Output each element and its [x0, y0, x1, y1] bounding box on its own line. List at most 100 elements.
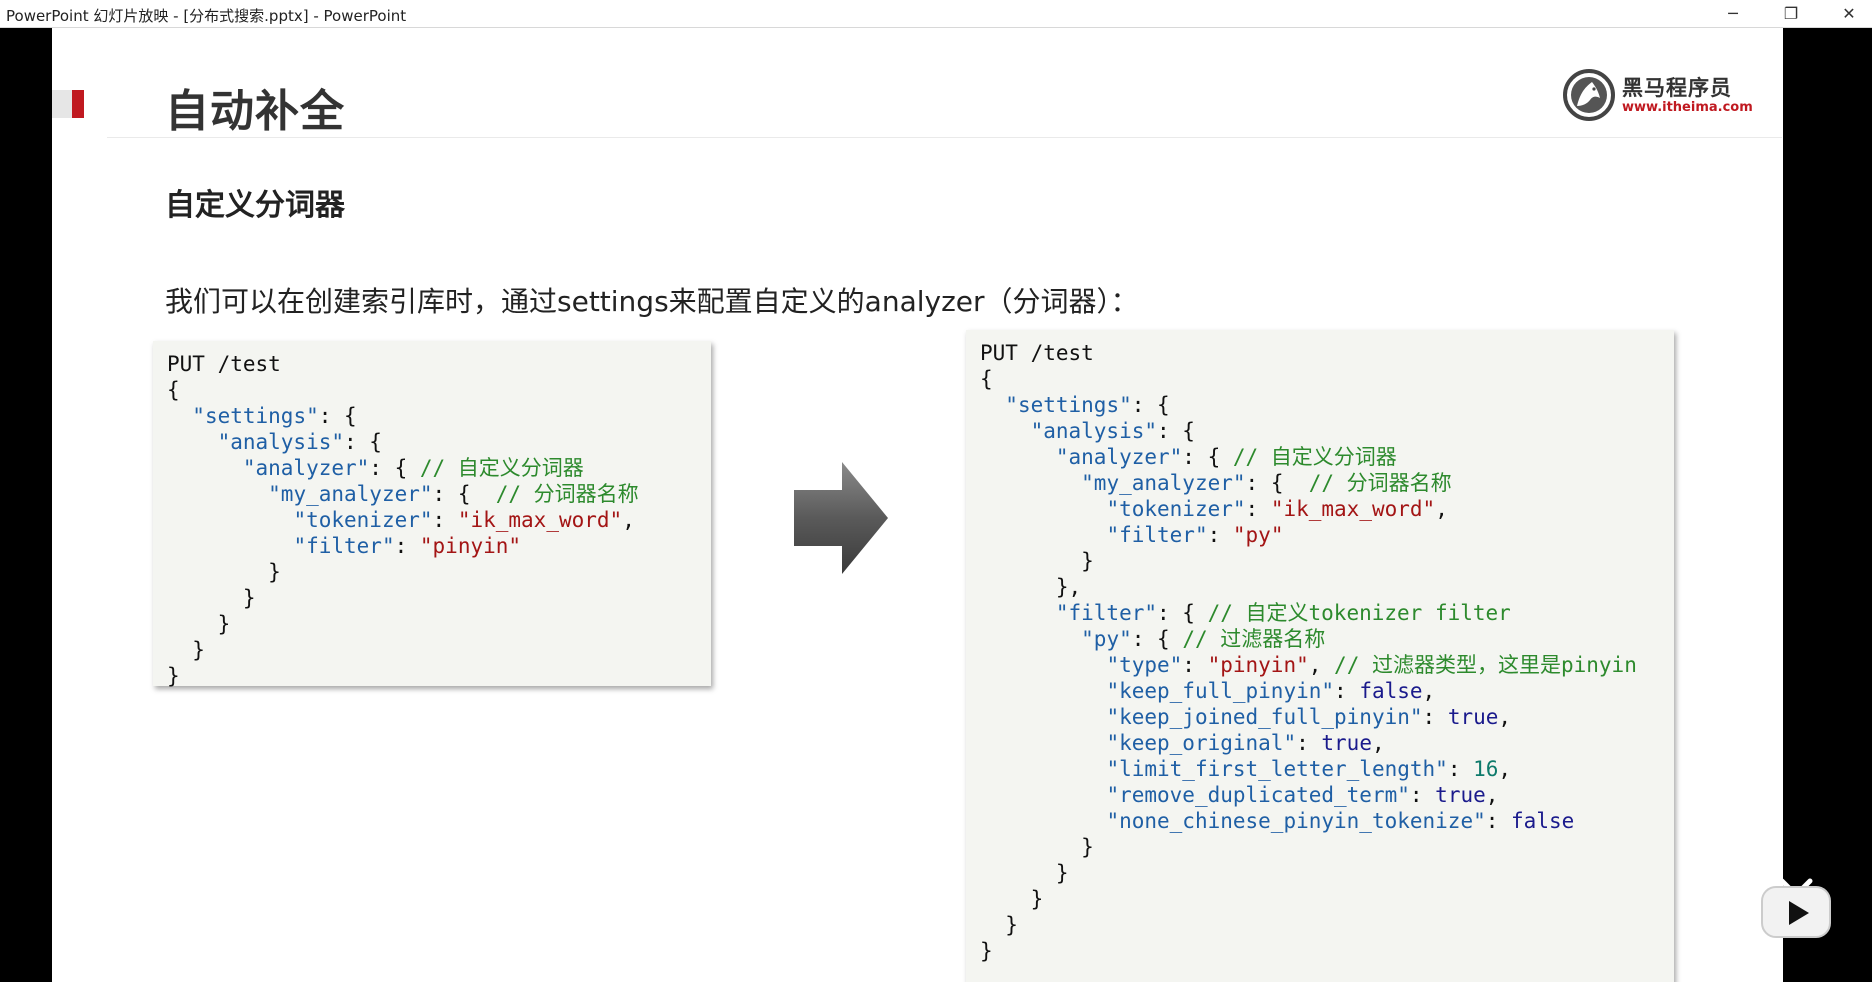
title-divider [107, 137, 1782, 138]
code-token: "filter" [1106, 523, 1208, 547]
code-line: { [167, 377, 711, 403]
horse-logo-icon [1563, 69, 1615, 121]
code-line: "filter": "pinyin" [167, 533, 711, 559]
code-line: "none_chinese_pinyin_tokenize": false [980, 808, 1674, 834]
code-token: "settings" [1005, 393, 1132, 417]
code-line: } [167, 663, 711, 689]
code-line: "tokenizer": "ik_max_word", [980, 496, 1674, 522]
code-token: // 分词器名称 [495, 482, 639, 506]
slide-description: 我们可以在创建索引库时，通过settings来配置自定义的analyzer（分词… [165, 285, 1139, 318]
code-token: , [1422, 679, 1436, 703]
code-token: } [167, 638, 205, 662]
code-token: "analysis" [217, 430, 345, 454]
code-line: "type": "pinyin", // 过滤器类型，这里是pinyin [980, 652, 1674, 678]
code-token: "my_analyzer" [268, 482, 433, 506]
minimize-button[interactable]: ─ [1710, 0, 1756, 27]
code-token: : [1485, 809, 1512, 833]
code-line: } [167, 611, 711, 637]
code-token: : [1296, 731, 1322, 755]
title-accent-bar [72, 90, 84, 118]
code-token: "my_analyzer" [1081, 471, 1246, 495]
code-line: "analyzer": { // 自定义分词器 [980, 444, 1674, 470]
code-token: } [167, 586, 256, 610]
close-button[interactable]: ✕ [1826, 0, 1872, 27]
code-token: "analysis" [1030, 419, 1158, 443]
code-token: } [980, 939, 993, 963]
code-token: "keep_full_pinyin" [1106, 679, 1335, 703]
code-block-after: PUT /test{ "settings": { "analysis": { "… [966, 330, 1674, 982]
code-token: "py" [1232, 523, 1284, 547]
code-line: "remove_duplicated_term": true, [980, 782, 1674, 808]
code-token: } [980, 861, 1069, 885]
code-token: : { [1131, 627, 1183, 651]
code-token: "analyzer" [1055, 445, 1183, 469]
code-token: // 自定义分词器 [419, 456, 584, 480]
code-token: "type" [1106, 653, 1183, 677]
code-token: "tokenizer" [1106, 497, 1246, 521]
code-token: } [980, 549, 1094, 573]
code-line: } [167, 559, 711, 585]
code-token: , [1498, 757, 1512, 781]
code-line: } [980, 886, 1674, 912]
code-token: , [1371, 731, 1385, 755]
code-line: }, [980, 574, 1674, 600]
code-token: : [1422, 705, 1448, 729]
code-token: }, [980, 575, 1082, 599]
code-token: PUT /test [167, 352, 281, 376]
code-line: "analysis": { [980, 418, 1674, 444]
code-token: // 自定义tokenizer filter [1207, 601, 1511, 625]
code-token: : [432, 508, 458, 532]
code-line: } [167, 637, 711, 663]
code-token: true [1435, 783, 1486, 807]
code-line: "analyzer": { // 自定义分词器 [167, 455, 711, 481]
right-arrow-icon [794, 462, 888, 574]
logo-url: www.itheima.com [1622, 100, 1753, 115]
code-token: : [1207, 523, 1233, 547]
code-token: true [1321, 731, 1372, 755]
code-token: { [167, 378, 180, 402]
code-token: "keep_joined_full_pinyin" [1106, 705, 1423, 729]
code-line: } [980, 834, 1674, 860]
code-token: , [622, 508, 635, 532]
code-token: true [1447, 705, 1499, 729]
code-token: : { [1157, 419, 1195, 443]
code-token: // 自定义分词器 [1232, 445, 1397, 469]
code-token: "pinyin" [419, 534, 522, 558]
code-token: : { [1182, 445, 1233, 469]
code-token: , [1498, 705, 1512, 729]
code-token: "analyzer" [242, 456, 370, 480]
code-line: "settings": { [167, 403, 711, 429]
code-token: , [1435, 497, 1448, 521]
code-line: "settings": { [980, 392, 1674, 418]
code-line: "filter": { // 自定义tokenizer filter [980, 600, 1674, 626]
code-token: : { [318, 404, 357, 428]
bilibili-play-icon[interactable] [1760, 873, 1832, 939]
code-token: : [1334, 679, 1360, 703]
code-token: "limit_first_letter_length" [1106, 757, 1448, 781]
code-token: { [980, 367, 993, 391]
code-token: "ik_max_word" [1270, 497, 1436, 521]
code-token: : { [1131, 393, 1170, 417]
code-token: "settings" [192, 404, 319, 428]
code-block-before: PUT /test{ "settings": { "analysis": { "… [153, 341, 711, 689]
code-token: 16 [1473, 757, 1499, 781]
code-line: } [980, 912, 1674, 938]
restore-button[interactable]: ❐ [1768, 0, 1814, 27]
